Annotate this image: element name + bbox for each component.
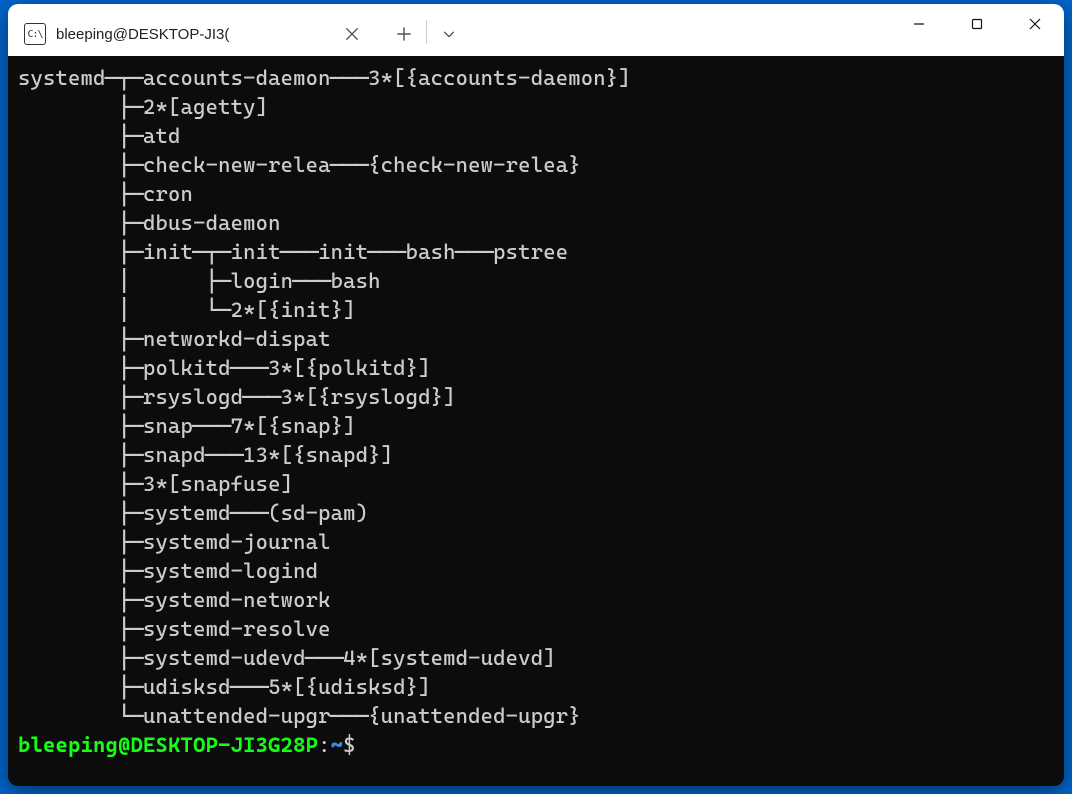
- maximize-button[interactable]: [948, 4, 1006, 44]
- prompt-user-host: bleeping@DESKTOP-JI3G28P: [18, 733, 318, 757]
- close-icon: [1029, 18, 1041, 30]
- titlebar-divider: [426, 20, 427, 44]
- tab-close-button[interactable]: [340, 22, 364, 46]
- terminal-viewport[interactable]: systemd─┬─accounts-daemon───3*[{accounts…: [8, 56, 1064, 786]
- terminal-profile-icon: C:\: [24, 23, 46, 45]
- prompt-colon: :: [318, 733, 331, 757]
- prompt-cursor-space: [356, 733, 369, 757]
- maximize-icon: [971, 18, 983, 30]
- prompt-dollar: $: [343, 733, 356, 757]
- terminal-icon-text: C:\: [27, 29, 42, 40]
- prompt-path: ~: [331, 733, 344, 757]
- plus-icon: [396, 26, 412, 42]
- titlebar: C:\ bleeping@DESKTOP-JI3(: [8, 4, 1064, 56]
- terminal-output: systemd─┬─accounts-daemon───3*[{accounts…: [18, 66, 631, 728]
- terminal-window: C:\ bleeping@DESKTOP-JI3( syste: [8, 4, 1064, 786]
- tab-active[interactable]: C:\ bleeping@DESKTOP-JI3(: [14, 12, 374, 56]
- new-tab-button[interactable]: [386, 16, 422, 52]
- tab-dropdown-button[interactable]: [431, 16, 467, 52]
- chevron-down-icon: [442, 27, 456, 41]
- window-controls: [890, 4, 1064, 44]
- window-close-button[interactable]: [1006, 4, 1064, 44]
- close-icon: [345, 27, 359, 41]
- tab-title: bleeping@DESKTOP-JI3(: [56, 26, 340, 43]
- minimize-button[interactable]: [890, 4, 948, 44]
- minimize-icon: [913, 18, 925, 30]
